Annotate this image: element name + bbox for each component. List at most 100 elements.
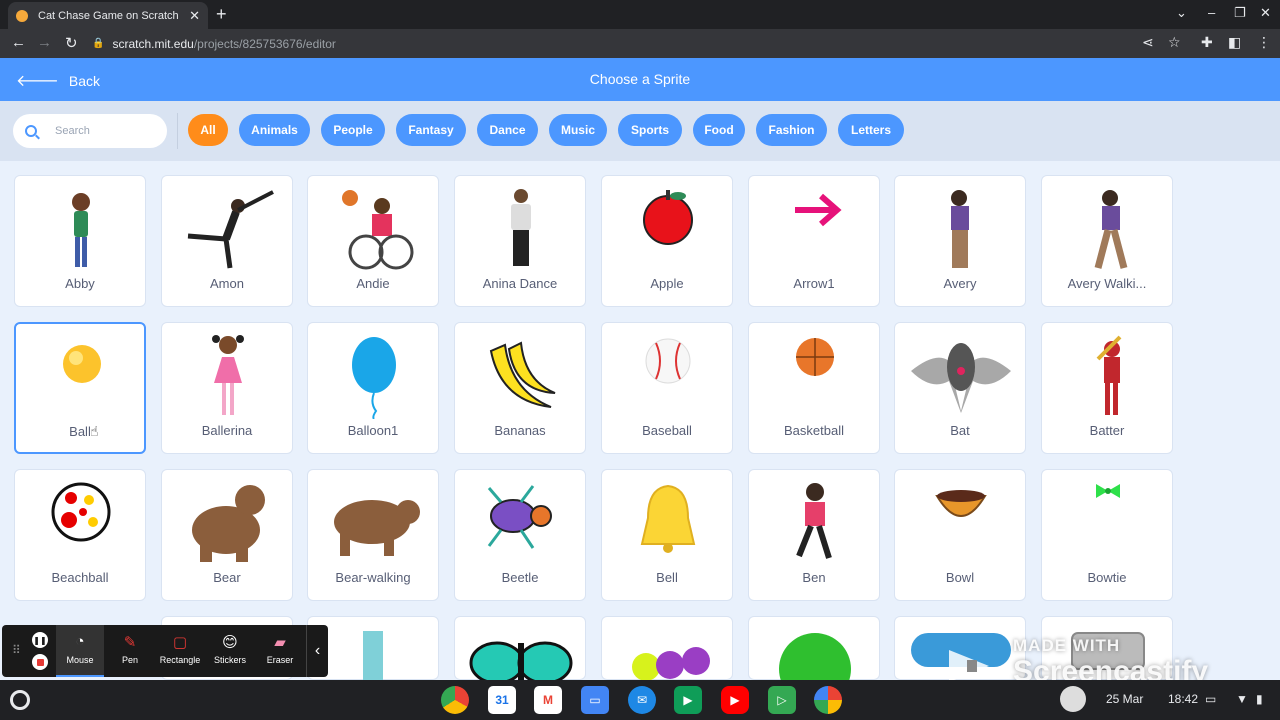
- close-tab-icon[interactable]: ✕: [189, 8, 200, 24]
- wifi-icon[interactable]: ▼: [1236, 692, 1248, 706]
- browser-tab-strip: Cat Chase Game on Scratch ✕ + ⌄ – ❐ ✕: [0, 0, 1280, 29]
- sprite-card-bear-walking[interactable]: Bear-walking: [307, 469, 439, 601]
- category-fashion[interactable]: Fashion: [756, 114, 827, 146]
- tab-search-icon[interactable]: ⌄: [1176, 5, 1187, 21]
- category-music[interactable]: Music: [549, 114, 607, 146]
- bowtie-sprite-thumbnail: [1096, 484, 1120, 498]
- scratch-favicon-icon: [16, 9, 28, 22]
- category-sports[interactable]: Sports: [618, 114, 682, 146]
- sprite-card-partial[interactable]: [601, 616, 733, 681]
- youtube-app-icon[interactable]: ▶: [721, 686, 749, 714]
- sprite-card-abby[interactable]: Abby: [14, 175, 146, 307]
- category-fantasy[interactable]: Fantasy: [396, 114, 466, 146]
- browser-tab[interactable]: Cat Chase Game on Scratch ✕: [8, 2, 208, 29]
- sprite-name: Bowl: [945, 570, 975, 585]
- sprite-card-andie[interactable]: Andie: [307, 175, 439, 307]
- sprite-card-ball[interactable]: Ball: [14, 322, 146, 454]
- sprite-name: Beetle: [501, 570, 539, 585]
- sprite-card-bowl[interactable]: Bowl: [894, 469, 1026, 601]
- sprite-card-batter[interactable]: Batter: [1041, 322, 1173, 454]
- apple-sprite-thumbnail: [643, 190, 693, 245]
- sprite-name: Avery: [943, 276, 977, 291]
- calendar-app-icon[interactable]: 31: [488, 686, 516, 714]
- bookmark-star-icon[interactable]: ☆: [1168, 34, 1181, 51]
- pen-icon: ✎: [123, 634, 137, 651]
- collapse-chevron-icon[interactable]: ‹: [306, 625, 328, 677]
- share-icon[interactable]: ⋖: [1142, 34, 1154, 51]
- sprite-card-anina-dance[interactable]: Anina Dance: [454, 175, 586, 307]
- sprite-card-bowtie[interactable]: Bowtie: [1041, 469, 1173, 601]
- category-food[interactable]: Food: [693, 114, 745, 146]
- sprite-card-apple[interactable]: Apple: [601, 175, 733, 307]
- drag-handle-icon[interactable]: ⠿: [12, 643, 21, 657]
- sprite-card-ballerina[interactable]: Ballerina: [161, 322, 293, 454]
- tool-stickers[interactable]: 😊 Stickers: [206, 625, 254, 677]
- sprite-card-baseball[interactable]: Baseball: [601, 322, 733, 454]
- launcher-icon[interactable]: [10, 690, 30, 710]
- ball-sprite-thumbnail: [63, 345, 101, 383]
- category-dance[interactable]: Dance: [477, 114, 538, 146]
- avatar[interactable]: [1060, 686, 1086, 712]
- sprite-card-avery-walking[interactable]: Avery Walki...: [1041, 175, 1173, 307]
- category-letters[interactable]: Letters: [838, 114, 904, 146]
- sprite-card-arrow1[interactable]: Arrow1: [748, 175, 880, 307]
- reload-icon[interactable]: ↻: [65, 34, 78, 52]
- divider: [177, 113, 178, 149]
- category-people[interactable]: People: [321, 114, 385, 146]
- search-input[interactable]: Search: [13, 114, 167, 148]
- tool-mouse[interactable]: ◔ Mouse: [56, 625, 104, 677]
- close-window-icon[interactable]: ✕: [1260, 5, 1271, 21]
- tool-eraser[interactable]: ▰ Eraser: [256, 625, 304, 677]
- category-animals[interactable]: Animals: [239, 114, 310, 146]
- forward-nav-icon[interactable]: →: [37, 34, 52, 51]
- minimize-icon[interactable]: –: [1208, 5, 1215, 20]
- rectangle-icon: ▢: [172, 634, 188, 651]
- status-time[interactable]: 18:42: [1168, 692, 1198, 706]
- sprite-name: Bear: [213, 570, 241, 585]
- building-sprite-thumbnail: [363, 631, 383, 681]
- screen-icon[interactable]: ▭: [1205, 692, 1216, 706]
- category-all[interactable]: All: [188, 114, 228, 146]
- tool-pen[interactable]: ✎ Pen: [106, 625, 154, 677]
- sprite-card-partial[interactable]: [748, 616, 880, 681]
- sprite-card-bananas[interactable]: Bananas: [454, 322, 586, 454]
- sprite-card-basketball[interactable]: Basketball: [748, 322, 880, 454]
- chrome-app-icon[interactable]: [441, 686, 469, 714]
- search-icon: [25, 125, 37, 137]
- sprite-card-bat[interactable]: Bat: [894, 322, 1026, 454]
- status-date[interactable]: 25 Mar: [1106, 692, 1143, 706]
- tool-rectangle[interactable]: ▢ Rectangle: [154, 625, 206, 677]
- sprite-name: Ben: [802, 570, 826, 585]
- menu-icon[interactable]: ⋮: [1257, 34, 1271, 51]
- sprite-card-beetle[interactable]: Beetle: [454, 469, 586, 601]
- sprite-name: Ballerina: [201, 423, 253, 438]
- files-app-icon[interactable]: ▭: [581, 686, 609, 714]
- maximize-icon[interactable]: ❐: [1234, 5, 1246, 21]
- library-header: 🡐 Back Choose a Sprite: [0, 58, 1280, 101]
- pause-icon[interactable]: ❚❚: [32, 632, 48, 648]
- tool-label: Stickers: [213, 655, 246, 665]
- butterfly-sprite-thumbnail: [469, 641, 573, 681]
- photos-app-icon[interactable]: [814, 686, 842, 714]
- stop-icon[interactable]: [32, 654, 48, 670]
- side-panel-icon[interactable]: ◧: [1228, 34, 1241, 51]
- sprite-card-amon[interactable]: Amon: [161, 175, 293, 307]
- play-store-app-icon[interactable]: ▷: [768, 686, 796, 714]
- amon-sprite-thumbnail: [187, 190, 274, 269]
- sprite-card-balloon1[interactable]: Balloon1: [307, 322, 439, 454]
- new-tab-icon[interactable]: +: [216, 4, 227, 25]
- back-nav-icon[interactable]: ←: [11, 34, 26, 51]
- sprite-card-bear[interactable]: Bear: [161, 469, 293, 601]
- gmail-app-icon[interactable]: M: [534, 686, 562, 714]
- sprite-card-avery[interactable]: Avery: [894, 175, 1026, 307]
- messages-app-icon[interactable]: ✉: [628, 686, 656, 714]
- battery-icon[interactable]: ▮: [1256, 692, 1263, 706]
- sprite-card-ben[interactable]: Ben: [748, 469, 880, 601]
- extensions-icon[interactable]: ✚: [1201, 34, 1213, 51]
- sprite-card-beachball[interactable]: Beachball: [14, 469, 146, 601]
- sprite-card-partial[interactable]: [454, 616, 586, 681]
- meet-app-icon[interactable]: ▶: [674, 686, 702, 714]
- avery-walking-sprite-thumbnail: [1094, 190, 1128, 269]
- address-bar[interactable]: 🔒 scratch.mit.edu/projects/825753676/edi…: [92, 32, 1197, 55]
- sprite-card-bell[interactable]: Bell: [601, 469, 733, 601]
